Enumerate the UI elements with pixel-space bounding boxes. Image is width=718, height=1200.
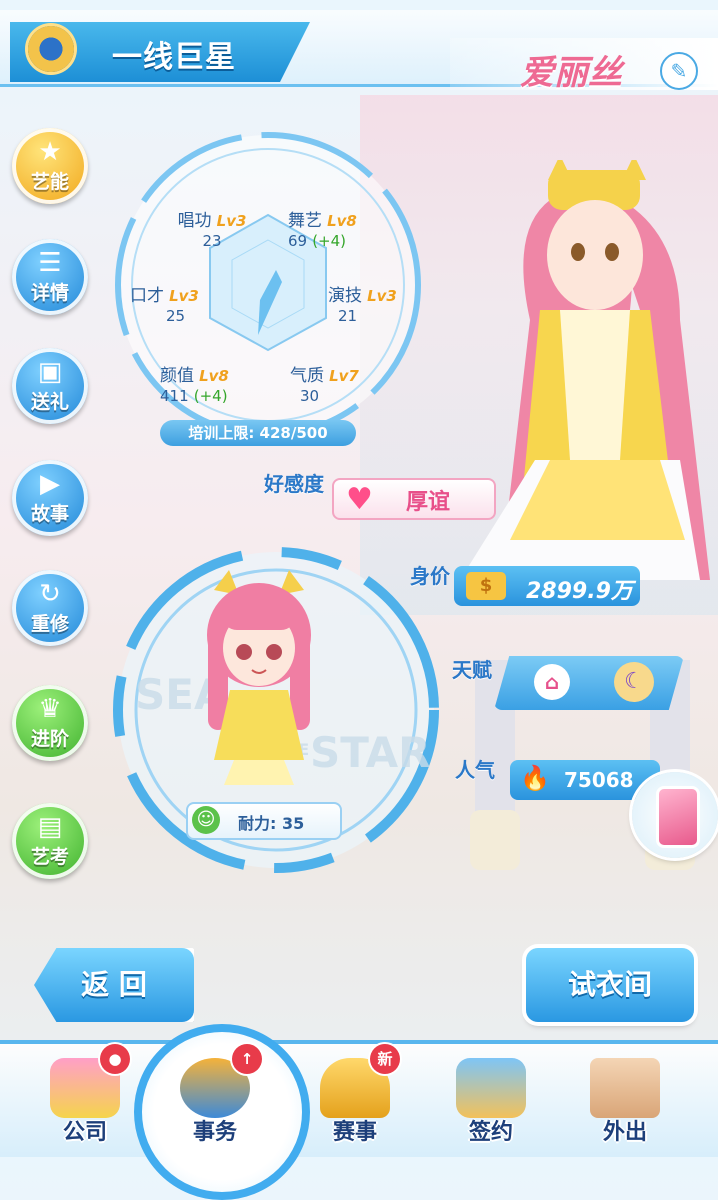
side-button-talent[interactable]: ★ 艺能	[12, 128, 88, 204]
stat-level: Lv3	[169, 287, 199, 305]
stat-name: 颜值	[160, 366, 194, 386]
nav-label: 签约	[468, 1120, 513, 1145]
stat-singing: 唱功 Lv3 23	[162, 206, 262, 250]
side-button-label: 详情	[30, 282, 69, 304]
rank-title: 一线巨星	[112, 40, 236, 75]
play-icon: ▶	[40, 469, 60, 499]
nav-affairs[interactable]: 事务 ↑	[160, 1044, 270, 1157]
side-button-label: 故事	[30, 503, 69, 525]
contract-icon	[456, 1058, 526, 1118]
character-name: 爱丽丝	[520, 53, 622, 93]
stat-value: 25	[166, 307, 186, 325]
talent-house-icon[interactable]: ⌂	[534, 664, 570, 700]
book-icon: ▤	[37, 812, 63, 842]
side-button-label: 进阶	[30, 728, 69, 750]
edit-name-button[interactable]: ✎	[660, 52, 698, 90]
up-arrow-badge-icon: ↑	[232, 1044, 262, 1074]
side-button-label: 重修	[30, 613, 69, 635]
chibi-character[interactable]	[194, 570, 324, 790]
pencil-icon: ✎	[670, 59, 688, 83]
nav-label: 公司	[62, 1120, 107, 1145]
stat-level: Lv8	[199, 367, 229, 385]
side-button-label: 艺考	[30, 846, 69, 868]
door-icon	[590, 1058, 660, 1118]
worth-value: 2899.9万	[526, 579, 633, 604]
stat-level: Lv7	[329, 367, 359, 385]
phone-button[interactable]	[632, 772, 718, 858]
talent-label: 天赋	[452, 658, 492, 682]
stat-value: 23	[202, 232, 222, 250]
heart-icon: ♥	[346, 482, 373, 517]
crown-icon: ♛	[38, 694, 62, 724]
stat-bonus: (+4)	[312, 232, 347, 250]
stat-name: 气质	[290, 366, 324, 386]
rank-medal-icon	[28, 26, 74, 72]
stat-temperament: 气质 Lv7 30	[290, 361, 390, 405]
person-badge-icon: ●	[100, 1044, 130, 1074]
worth-label: 身价	[410, 564, 450, 588]
stat-value: 30	[300, 387, 320, 405]
stat-level: Lv8	[327, 212, 357, 230]
side-button-details[interactable]: ☰ 详情	[12, 239, 88, 315]
stat-level: Lv3	[216, 212, 247, 230]
stat-name: 舞艺	[288, 211, 322, 231]
phone-icon	[656, 786, 700, 848]
gift-icon: ▣	[37, 357, 63, 387]
stat-value: 21	[338, 307, 358, 325]
top-bar: 一线巨星 爱丽丝 ✎	[0, 0, 718, 93]
stamina-panel: ☺ 耐力: 35	[186, 802, 342, 840]
side-button-gift[interactable]: ▣ 送礼	[12, 348, 88, 424]
side-button-label: 送礼	[30, 391, 69, 413]
new-badge: 新	[370, 1044, 400, 1074]
nav-competition[interactable]: 赛事 新	[300, 1044, 410, 1157]
worth-panel: $ 2899.9万	[454, 566, 640, 606]
nav-label: 外出	[602, 1120, 647, 1145]
training-limit: 培训上限: 428/500	[160, 420, 356, 446]
list-icon: ☰	[38, 248, 62, 278]
side-button-exam[interactable]: ▤ 艺考	[12, 803, 88, 879]
side-button-retrain[interactable]: ↻ 重修	[12, 570, 88, 646]
stamina-value: 耐力: 35	[238, 814, 305, 833]
money-card-icon: $	[466, 572, 506, 600]
talent-moon-icon[interactable]: ☾	[614, 662, 654, 702]
affection-label: 好感度	[264, 472, 324, 496]
side-button-advance[interactable]: ♛ 进阶	[12, 685, 88, 761]
smiley-icon: ☺	[192, 806, 220, 834]
talent-panel: ⌂ ☾	[494, 656, 684, 710]
side-button-label: 艺能	[30, 171, 69, 193]
stat-bonus: (+4)	[193, 387, 228, 405]
refresh-icon: ↻	[39, 579, 61, 609]
stat-value: 411	[160, 387, 189, 405]
stat-name: 口才	[130, 286, 164, 306]
nav-company[interactable]: 公司 ●	[30, 1044, 140, 1157]
popularity-value: 75068	[564, 768, 634, 792]
nav-label: 赛事	[332, 1120, 377, 1145]
nav-outing[interactable]: 外出	[570, 1044, 680, 1157]
back-button[interactable]: 返 回	[34, 948, 194, 1022]
star-icon: ★	[38, 137, 62, 167]
stat-name: 演技	[328, 286, 362, 306]
stat-value: 69	[288, 232, 308, 250]
popularity-label: 人气	[455, 758, 495, 782]
stat-dance: 舞艺 Lv8 69 (+4)	[288, 206, 388, 250]
bottom-navigation: 公司 ● 事务 ↑ 赛事 新 签约 外出	[0, 1024, 718, 1200]
stat-eloquence: 口才 Lv3 25	[130, 281, 220, 325]
stat-looks: 颜值 Lv8 411 (+4)	[160, 361, 270, 405]
flame-icon: 🔥	[520, 764, 550, 792]
stat-level: Lv3	[367, 287, 397, 305]
nav-contract[interactable]: 签约	[436, 1044, 546, 1157]
side-button-story[interactable]: ▶ 故事	[12, 460, 88, 536]
nav-label: 事务	[192, 1120, 237, 1145]
stat-name: 唱功	[177, 211, 212, 231]
fitting-room-button[interactable]: 试衣间	[526, 948, 694, 1022]
